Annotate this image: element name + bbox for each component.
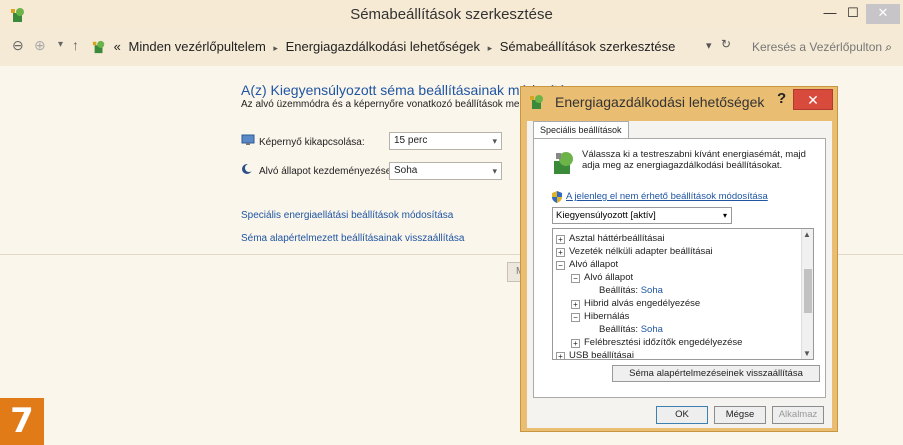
breadcrumb-overflow[interactable]: «	[114, 39, 121, 54]
title-bar: Sémabeállítások szerkesztése — ☐ ✕	[0, 0, 903, 30]
power-options-dialog: Energiagazdálkodási lehetőségek ? ✕ Spec…	[520, 86, 838, 432]
close-button[interactable]: ✕	[866, 4, 900, 24]
step-badge: 7	[0, 398, 44, 445]
display-off-select[interactable]: 15 perc ▾	[389, 132, 502, 150]
chevron-down-icon: ▾	[492, 136, 497, 146]
tab-advanced-settings[interactable]: Speciális beállítások	[533, 121, 629, 138]
dialog-description: Válassza ki a testreszabni kívánt energi…	[582, 149, 806, 171]
tree-item[interactable]: + Felébresztési időzítők engedélyezése	[571, 337, 742, 348]
chevron-right-icon: ▸	[273, 43, 278, 53]
settings-tree[interactable]: + Asztal háttérbeállításai + Vezeték nélkü…	[552, 228, 814, 360]
display-off-row: Képernyő kikapcsolása:	[241, 134, 381, 151]
sleep-row: Alvó állapot kezdeményezése:	[241, 164, 394, 180]
address-bar: ⊖ ⊕ ▾ ↑ « Minden vezérlőpultelem ▸ Energ…	[0, 34, 903, 60]
recent-pages-button[interactable]: ▾	[58, 39, 63, 50]
search-icon[interactable]: ⌕	[885, 36, 892, 58]
up-button[interactable]: ↑	[72, 37, 79, 53]
window-title: Sémabeállítások szerkesztése	[350, 6, 553, 23]
help-button[interactable]: ?	[777, 90, 786, 107]
restore-plan-defaults-button[interactable]: Séma alapértelmezéseinek visszaállítása	[612, 365, 820, 382]
power-options-icon	[530, 95, 543, 109]
expand-icon[interactable]: +	[556, 248, 565, 257]
tree-item[interactable]: − Alvó állapot	[571, 272, 633, 283]
restore-defaults-link[interactable]: Séma alapértelmezett beállításainak viss…	[241, 233, 464, 244]
chevron-right-icon: ▸	[487, 43, 493, 53]
advanced-settings-link[interactable]: Speciális energiaellátási beállítások mó…	[241, 210, 453, 221]
search-placeholder: Keresés a Vezérlőpulton	[752, 40, 883, 54]
plan-select[interactable]: Kiegyensúlyozott [aktív] ▾	[552, 207, 732, 224]
dialog-body: Speciális beállítások Válassza ki a test…	[527, 121, 832, 428]
tree-item[interactable]: − Hibernálás	[571, 311, 629, 322]
shield-icon	[552, 191, 562, 203]
control-panel-icon	[92, 40, 105, 54]
tree-item[interactable]: − Alvó állapot	[556, 259, 618, 270]
breadcrumb-item[interactable]: Energiagazdálkodási lehetőségek	[286, 39, 480, 54]
tree-item[interactable]: + Vezeték nélküli adapter beállításai	[556, 246, 713, 257]
breadcrumb[interactable]: « Minden vezérlőpultelem ▸ Energiagazdál…	[92, 36, 734, 58]
dialog-close-button[interactable]: ✕	[793, 89, 833, 110]
tree-item[interactable]: + USB beállításai	[556, 350, 634, 359]
collapse-icon[interactable]: −	[556, 261, 565, 270]
breadcrumb-item[interactable]: Sémabeállítások szerkesztése	[500, 39, 676, 54]
expand-icon[interactable]: +	[556, 235, 565, 244]
scroll-up-icon[interactable]: ▲	[803, 230, 811, 239]
page-subtitle: Az alvó üzemmódra és a képernyőre vonatk…	[241, 99, 556, 110]
breadcrumb-item[interactable]: Minden vezérlőpultelem	[128, 39, 265, 54]
sleep-value: Soha	[394, 165, 418, 176]
scroll-thumb[interactable]	[804, 269, 812, 313]
search-input[interactable]: Keresés a Vezérlőpulton ⌕	[746, 36, 898, 58]
cancel-button[interactable]: Mégse	[714, 406, 766, 424]
sleep-label: Alvó állapot kezdeményezése:	[259, 166, 395, 177]
tree-scrollbar[interactable]: ▲ ▼	[801, 229, 813, 359]
chevron-down-icon: ▾	[492, 166, 497, 176]
plan-value: Kiegyensúlyozott [aktív]	[556, 210, 656, 221]
scroll-down-icon[interactable]: ▼	[803, 349, 811, 358]
expand-icon[interactable]: +	[556, 352, 565, 359]
control-panel-window: Sémabeállítások szerkesztése — ☐ ✕ ⊖ ⊕ ▾…	[0, 0, 903, 445]
collapse-icon[interactable]: −	[571, 274, 580, 283]
moon-icon	[242, 164, 253, 174]
tree-item[interactable]: + Hibrid alvás engedélyezése	[571, 298, 700, 309]
ok-button[interactable]: OK	[656, 406, 708, 424]
address-dropdown-button[interactable]: ▾	[706, 39, 712, 52]
display-off-value: 15 perc	[394, 135, 428, 146]
chevron-down-icon: ▾	[722, 211, 727, 220]
display-off-label: Képernyő kikapcsolása:	[259, 137, 365, 148]
sleep-select[interactable]: Soha ▾	[389, 162, 502, 180]
apply-button[interactable]: Alkalmaz	[772, 406, 824, 424]
unavailable-settings-link[interactable]: A jelenleg el nem érhető beállítások mód…	[566, 191, 768, 202]
tree-setting[interactable]: Beállítás: Soha	[599, 324, 663, 335]
forward-button[interactable]: ⊕	[34, 37, 46, 54]
expand-icon[interactable]: +	[571, 339, 580, 348]
back-button[interactable]: ⊖	[12, 37, 24, 54]
dialog-title: Energiagazdálkodási lehetőségek	[555, 94, 765, 110]
refresh-icon[interactable]: ↻	[721, 37, 731, 51]
expand-icon[interactable]: +	[571, 300, 580, 309]
collapse-icon[interactable]: −	[571, 313, 580, 322]
advanced-settings-panel: Válassza ki a testreszabni kívánt energi…	[533, 138, 826, 398]
tree-item[interactable]: + Asztal háttérbeállításai	[556, 233, 665, 244]
minimize-button[interactable]: —	[819, 4, 841, 24]
tree-setting[interactable]: Beállítás: Soha	[599, 285, 663, 296]
power-plan-icon	[554, 152, 573, 174]
maximize-button[interactable]: ☐	[844, 4, 862, 24]
monitor-icon	[241, 134, 255, 145]
